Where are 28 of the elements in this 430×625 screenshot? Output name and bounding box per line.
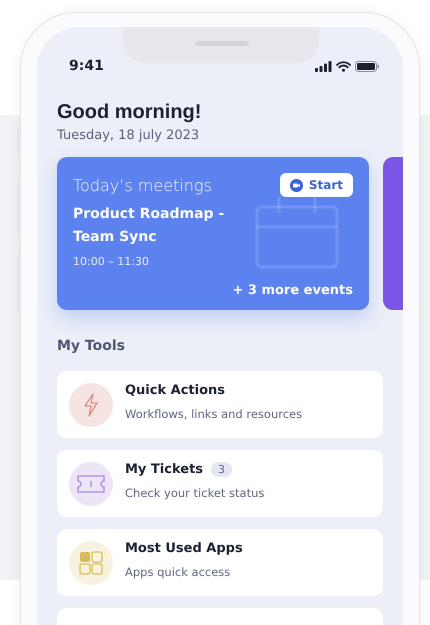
more-events-link[interactable]: + 3 more events xyxy=(232,283,353,298)
greeting-title: Good morning! xyxy=(57,101,202,124)
tool-title: Quick Actions xyxy=(125,382,226,398)
meeting-time: 10:00 – 11:30 xyxy=(73,255,150,268)
count-badge: 3 xyxy=(211,462,232,476)
lightning-icon xyxy=(83,392,99,416)
tool-card[interactable]: My Tickets 3 Check your ticket status xyxy=(57,450,383,517)
battery-icon xyxy=(355,60,379,72)
tool-card[interactable]: Most Used Apps Apps quick access xyxy=(57,529,383,596)
tool-card[interactable]: Quick Actions Workflows, links and resources xyxy=(57,371,383,438)
meetings-card[interactable]: Today’s meetings Start Product Roadmap - Team Sync 10:00 – 11:30 + 3 more events xyxy=(57,157,369,310)
wifi-icon xyxy=(336,60,351,72)
ticket-icon xyxy=(77,474,105,494)
tool-subtitle: Apps quick access xyxy=(125,564,232,578)
status-time: 9:41 xyxy=(69,58,104,74)
grid-icon xyxy=(79,550,103,574)
card-title: Today’s meetings xyxy=(73,176,212,194)
video-camera-icon xyxy=(290,178,303,192)
meeting-name: Product Roadmap - Team Sync xyxy=(73,205,226,247)
signal-icon xyxy=(315,60,332,72)
tool-subtitle: Workflows, links and resources xyxy=(125,406,302,420)
tool-title: My Tickets xyxy=(125,462,204,476)
calendar-icon xyxy=(255,197,339,269)
start-button[interactable]: Start xyxy=(280,173,353,197)
tool-subtitle: Check your ticket status xyxy=(125,486,264,500)
tool-title: Most Used Apps xyxy=(125,540,243,556)
date-text: Tuesday, 18 july 2023 xyxy=(57,128,200,143)
section-title: My Tools xyxy=(57,338,126,354)
